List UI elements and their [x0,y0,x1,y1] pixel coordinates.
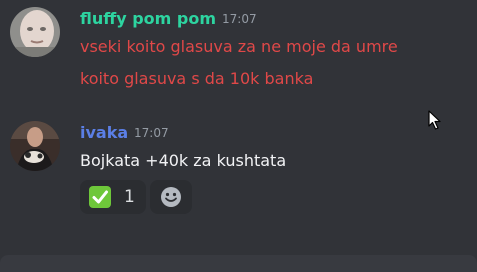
avatar-fluffy-pom-pom[interactable] [10,7,60,57]
avatar-image [10,7,60,57]
reaction-count: 1 [124,187,135,207]
check-mark-icon [89,186,111,208]
message-author[interactable]: ivaka [80,123,128,142]
chat-messages: fluffy pom pom 17:07 vseki koito glasuva… [0,0,477,272]
reaction-check-mark[interactable]: 1 [80,180,146,214]
message-input-edge[interactable] [0,255,477,272]
message-line: vseki koito glasuva za ne moje da umre [80,37,398,56]
add-reaction-icon [161,187,181,207]
message-timestamp: 17:07 [134,126,169,140]
add-reaction-button[interactable] [150,180,192,214]
mouse-cursor-icon [428,110,441,130]
avatar-ivaka[interactable] [10,121,60,171]
message-author[interactable]: fluffy pom pom [80,9,216,28]
message-line: koito glasuva s da 10k banka [80,69,314,88]
message-line: Bojkata +40k za kushtata [80,151,287,170]
message-timestamp: 17:07 [222,12,257,26]
avatar-image [10,121,60,171]
